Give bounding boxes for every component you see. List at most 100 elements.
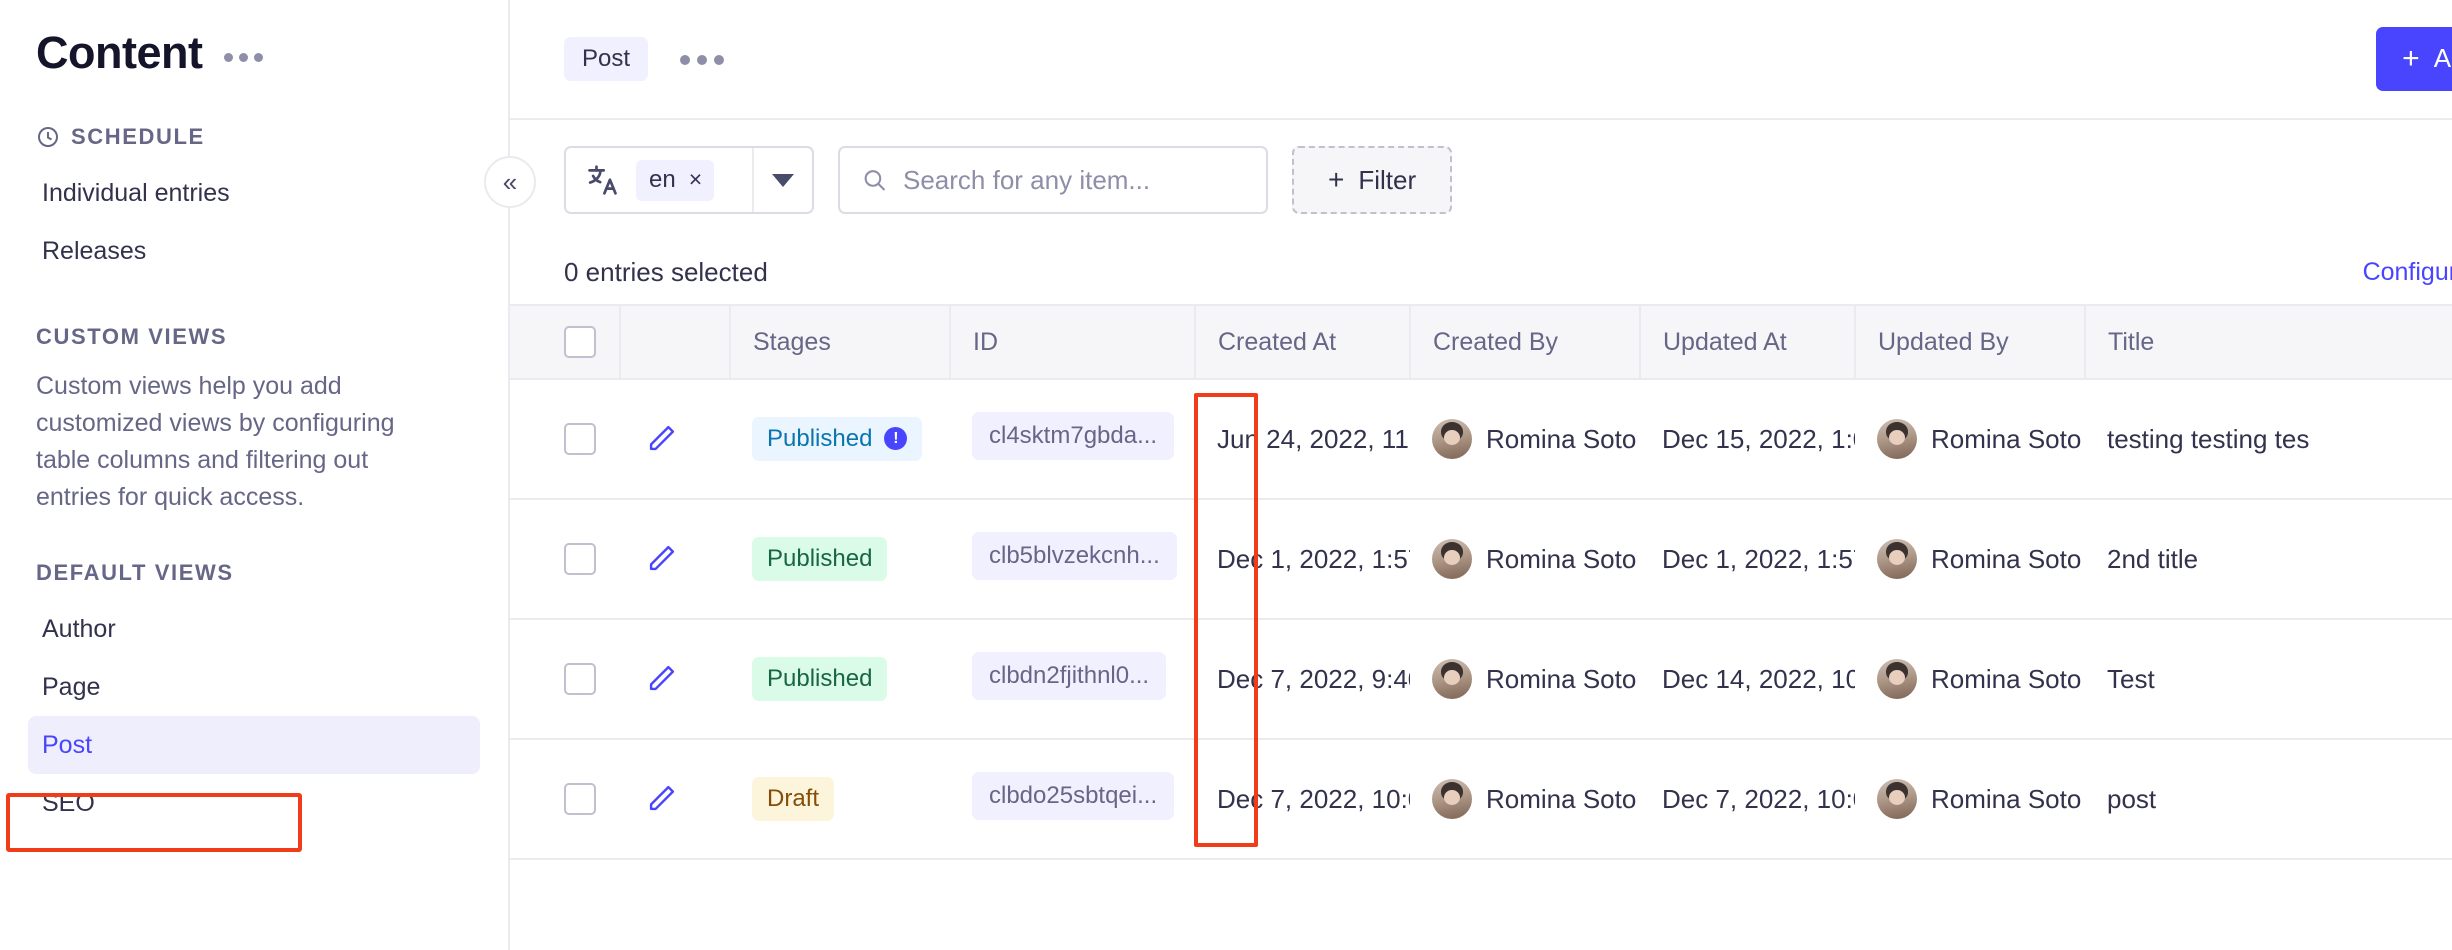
ellipsis-icon[interactable] (224, 43, 263, 62)
row-created-at-cell: Jun 24, 2022, 11:5 (1195, 379, 1410, 499)
add-entry-label: Add entry (2434, 43, 2452, 74)
close-icon[interactable]: × (689, 168, 702, 191)
sidebar-item-page[interactable]: Page (28, 658, 480, 716)
column-header-title[interactable]: Title (2085, 305, 2452, 379)
row-id-cell: clbdo25sbtqei... (950, 739, 1195, 859)
row-select-cell (510, 739, 620, 859)
user-cell: Romina Soto (1432, 539, 1618, 579)
user-name: Romina Soto (1931, 784, 2081, 815)
pencil-icon[interactable] (644, 422, 678, 456)
avatar (1877, 419, 1917, 459)
status-badge: Draft (752, 777, 834, 822)
avatar (1877, 779, 1917, 819)
sidebar-item-seo[interactable]: SEO (28, 774, 480, 832)
row-title-cell: Test (2085, 619, 2452, 739)
plus-icon: + (2402, 44, 2420, 74)
sidebar-item-label: Author (42, 615, 116, 643)
column-header-updated-by[interactable]: Updated By (1855, 305, 2085, 379)
status-badge: Published (752, 657, 887, 702)
pencil-icon[interactable] (644, 662, 678, 696)
sidebar-item-label: SEO (42, 789, 95, 817)
pencil-icon[interactable] (644, 542, 678, 576)
row-updated-at-cell: Dec 14, 2022, 10:0 (1640, 619, 1855, 739)
user-name: Romina Soto (1486, 424, 1636, 455)
sidebar-item-post[interactable]: Post (28, 716, 480, 774)
collapse-sidebar-button[interactable]: « (484, 156, 536, 208)
row-checkbox[interactable] (564, 543, 596, 575)
row-select-cell (510, 379, 620, 499)
avatar (1877, 539, 1917, 579)
status-badge: Published ! (752, 417, 922, 462)
entry-id: clbdn2fjithnl0... (972, 652, 1166, 700)
row-id-cell: clb5blvzekcnh... (950, 499, 1195, 619)
avatar (1877, 659, 1917, 699)
select-all-checkbox[interactable] (564, 326, 596, 358)
column-header-updated-at[interactable]: Updated At (1640, 305, 1855, 379)
sidebar-group-custom-views-label: CUSTOM VIEWS (36, 324, 227, 350)
user-cell: Romina Soto (1877, 659, 2063, 699)
sidebar-group-schedule-label: SCHEDULE (71, 124, 205, 150)
row-created-by-cell: Romina Soto (1410, 499, 1640, 619)
sidebar-item-individual-entries[interactable]: Individual entries (28, 164, 480, 222)
table-head: Stages ID Created At Created By Updated … (510, 305, 2452, 379)
row-checkbox[interactable] (564, 663, 596, 695)
table-body: Published ! cl4sktm7gbda... Jun 24, 2022… (510, 379, 2452, 859)
row-updated-by-cell: Romina Soto (1855, 739, 2085, 859)
configure-columns-link[interactable]: Configure columns (2363, 258, 2452, 287)
sidebar: Content SCHEDULE Individual entries Rele… (0, 0, 510, 950)
language-chip[interactable]: en × (636, 160, 714, 201)
search-field[interactable] (838, 146, 1268, 214)
entry-id: clbdo25sbtqei... (972, 772, 1174, 820)
entries-selected-count: 0 entries selected (564, 257, 768, 288)
table-row[interactable]: Draft clbdo25sbtqei... Dec 7, 2022, 10:0… (510, 739, 2452, 859)
language-chip-value: en (649, 166, 676, 194)
avatar (1432, 659, 1472, 699)
add-entry-button[interactable]: + Add entry (2376, 27, 2452, 91)
column-header-created-by[interactable]: Created By (1410, 305, 1640, 379)
sidebar-item-author[interactable]: Author (28, 600, 480, 658)
row-stage-cell: Published ! (730, 379, 950, 499)
search-input[interactable] (903, 165, 1244, 196)
table-row[interactable]: Published clbdn2fjithnl0... Dec 7, 2022,… (510, 619, 2452, 739)
sidebar-group-schedule: SCHEDULE (0, 124, 508, 150)
add-filter-button[interactable]: + Filter (1292, 146, 1452, 214)
clock-icon (36, 125, 60, 149)
row-title-cell: testing testing tes (2085, 379, 2452, 499)
translate-icon (586, 163, 620, 197)
row-select-cell (510, 499, 620, 619)
chevron-down-icon[interactable] (752, 148, 802, 212)
user-cell: Romina Soto (1877, 539, 2063, 579)
status-badge: Published (752, 537, 887, 582)
sidebar-item-label: Releases (42, 237, 146, 265)
table-row[interactable]: Published ! cl4sktm7gbda... Jun 24, 2022… (510, 379, 2452, 499)
ellipsis-icon[interactable] (680, 53, 724, 65)
info-icon[interactable]: ! (884, 427, 907, 450)
avatar (1432, 539, 1472, 579)
user-name: Romina Soto (1486, 664, 1636, 695)
table-row[interactable]: Published clb5blvzekcnh... Dec 1, 2022, … (510, 499, 2452, 619)
plus-icon: + (1328, 164, 1344, 196)
avatar (1432, 779, 1472, 819)
column-header-created-at[interactable]: Created At (1195, 305, 1410, 379)
row-created-by-cell: Romina Soto (1410, 619, 1640, 739)
row-updated-by-cell: Romina Soto (1855, 499, 2085, 619)
row-edit-cell (620, 619, 730, 739)
row-checkbox[interactable] (564, 783, 596, 815)
row-stage-cell: Published (730, 499, 950, 619)
sidebar-item-label: Page (42, 673, 100, 701)
column-header-stages[interactable]: Stages (730, 305, 950, 379)
user-name: Romina Soto (1931, 544, 2081, 575)
breadcrumb[interactable]: Post (564, 37, 648, 81)
user-name: Romina Soto (1486, 544, 1636, 575)
user-cell: Romina Soto (1432, 779, 1618, 819)
sidebar-group-default-views-label: DEFAULT VIEWS (36, 560, 234, 586)
row-stage-cell: Published (730, 619, 950, 739)
user-cell: Romina Soto (1432, 419, 1618, 459)
row-title-cell: 2nd title (2085, 499, 2452, 619)
user-cell: Romina Soto (1432, 659, 1618, 699)
sidebar-item-releases[interactable]: Releases (28, 222, 480, 280)
column-header-id[interactable]: ID (950, 305, 1195, 379)
pencil-icon[interactable] (644, 782, 678, 816)
row-checkbox[interactable] (564, 423, 596, 455)
language-select[interactable]: en × (564, 146, 814, 214)
